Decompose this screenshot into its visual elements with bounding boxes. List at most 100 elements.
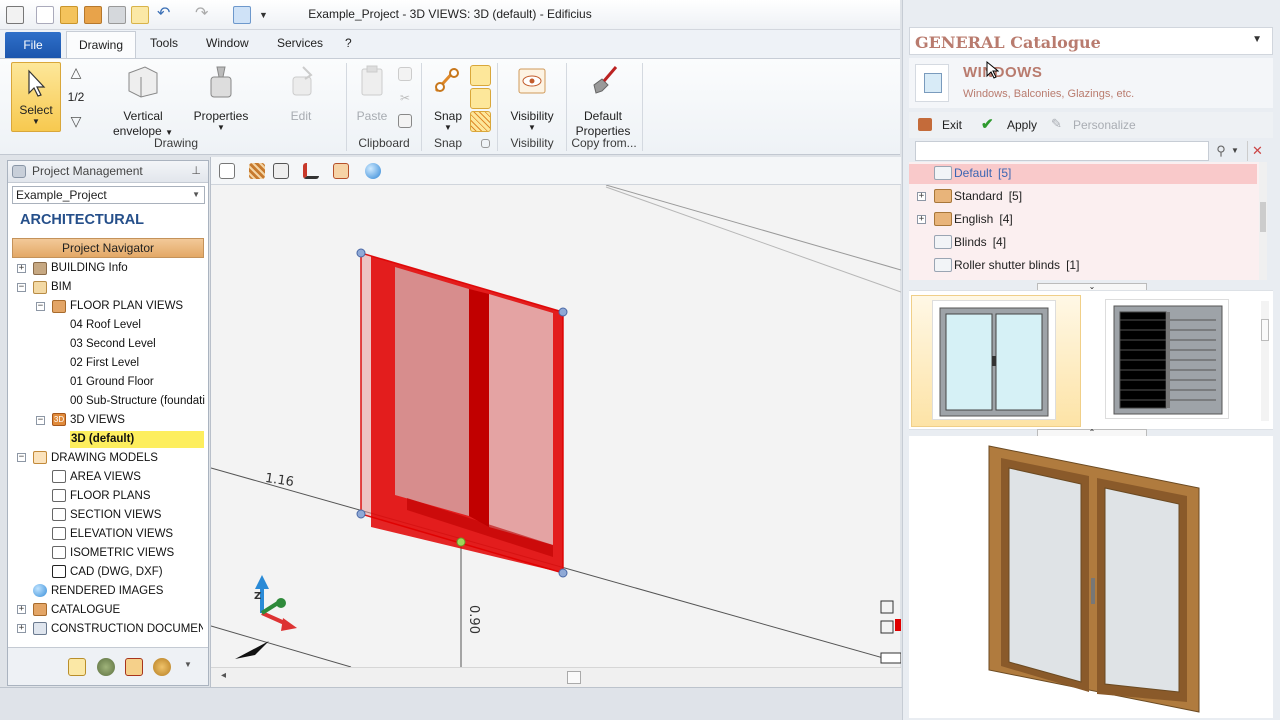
- tree-expand-icon[interactable]: +: [917, 215, 926, 224]
- render-sphere-icon[interactable]: [365, 163, 381, 179]
- tree-item-3d-default[interactable]: 3D (default): [70, 431, 204, 448]
- vertical-scrollbar[interactable]: [1259, 162, 1267, 280]
- search-icon[interactable]: ⚲: [1211, 141, 1231, 161]
- tab-window[interactable]: Window: [206, 36, 249, 50]
- chevron-down-icon[interactable]: ▼: [192, 187, 200, 203]
- tree-collapse-icon[interactable]: −: [36, 302, 45, 311]
- list-item[interactable]: English [4]: [954, 212, 1013, 226]
- snap-button[interactable]: Snap ▼: [428, 63, 468, 135]
- tree-collapse-icon[interactable]: −: [17, 283, 26, 292]
- layers-icon[interactable]: [333, 163, 349, 179]
- clear-search-icon[interactable]: ✕: [1247, 141, 1267, 161]
- settings-icon[interactable]: [153, 658, 171, 676]
- triangle-down-icon[interactable]: ▽: [68, 114, 84, 129]
- tree-item-rendered-images[interactable]: RENDERED IMAGES: [51, 583, 163, 600]
- tab-drawing[interactable]: Drawing: [66, 31, 136, 59]
- project-select[interactable]: Example_Project ▼: [12, 186, 205, 204]
- tree-item-floor-plan-views[interactable]: FLOOR PLAN VIEWS: [70, 298, 183, 315]
- eye-icon: [518, 68, 546, 94]
- paste-special-icon[interactable]: [398, 114, 412, 128]
- list-item[interactable]: Blinds [4]: [954, 235, 1006, 249]
- chevron-down-icon[interactable]: ▼: [184, 660, 192, 669]
- tree-item-bim[interactable]: BIM: [51, 279, 71, 296]
- snap-grid-icon[interactable]: [470, 111, 491, 132]
- tree-item-area-views[interactable]: AREA VIEWS: [70, 469, 141, 486]
- tab-help[interactable]: ?: [345, 36, 352, 50]
- 3d-scene[interactable]: [211, 185, 901, 667]
- tree-item-roof-level[interactable]: 04 Roof Level: [70, 317, 141, 334]
- tree-item-ground-floor[interactable]: 01 Ground Floor: [70, 374, 154, 391]
- pin-icon[interactable]: ⊥: [191, 161, 201, 182]
- default-properties-button[interactable]: Default Properties: [570, 63, 636, 138]
- tree-item-3d-views[interactable]: 3D VIEWS: [70, 412, 125, 429]
- zoom-extents-icon[interactable]: [219, 163, 235, 179]
- visibility-button[interactable]: Visibility ▼: [504, 63, 560, 135]
- tab-file[interactable]: File: [5, 32, 61, 58]
- scroll-thumb[interactable]: [1261, 319, 1269, 341]
- axis-label-z: Z: [254, 591, 262, 602]
- properties-button[interactable]: Properties ▼: [190, 63, 252, 135]
- tree-item-building-info[interactable]: BUILDING Info: [51, 260, 128, 277]
- apply-button[interactable]: ✔ Apply: [979, 115, 1039, 135]
- tree-item-second-level[interactable]: 03 Second Level: [70, 336, 156, 353]
- catalogue-search-input[interactable]: [915, 141, 1209, 161]
- viewport-toolbar: [211, 157, 901, 185]
- list-item[interactable]: Standard [5]: [954, 189, 1022, 203]
- triangle-up-icon[interactable]: △: [68, 65, 84, 80]
- scroll-thumb[interactable]: [1260, 202, 1266, 232]
- documents-icon: [33, 622, 47, 635]
- catalogue-selector[interactable]: GENERAL Catalogue ▼: [909, 27, 1273, 55]
- tree-icon[interactable]: [97, 658, 115, 676]
- 3d-viewport[interactable]: 1.16 0.90 Z ◂: [210, 157, 901, 687]
- edit-button[interactable]: Edit: [272, 63, 330, 135]
- tree-collapse-icon[interactable]: −: [36, 416, 45, 425]
- list-item[interactable]: Default [5]: [954, 166, 1011, 180]
- paste-button[interactable]: Paste: [354, 63, 390, 135]
- tab-services[interactable]: Services: [277, 36, 323, 50]
- tree-item-construction-documents[interactable]: CONSTRUCTION DOCUMENTS S: [51, 621, 203, 638]
- chevron-down-icon[interactable]: ▼: [1252, 34, 1262, 45]
- dimension-label: 0.90: [465, 605, 481, 634]
- dialog-launcher-icon[interactable]: [481, 139, 490, 148]
- scroll-thumb[interactable]: [567, 671, 581, 684]
- building-icon: [33, 262, 47, 275]
- tree-expand-icon[interactable]: +: [17, 605, 26, 614]
- thumbnail-selected[interactable]: [911, 295, 1081, 427]
- tree-item-drawing-models[interactable]: DRAWING MODELS: [51, 450, 158, 467]
- tree-expand-icon[interactable]: +: [917, 192, 926, 201]
- list-item[interactable]: Roller shutter blinds [1]: [954, 258, 1079, 272]
- tree-expand-icon[interactable]: +: [17, 264, 26, 273]
- tree-item-cad[interactable]: CAD (DWG, DXF): [70, 564, 163, 581]
- copy-icon[interactable]: [398, 67, 412, 81]
- tree-item-sub-structure[interactable]: 00 Sub-Structure (foundatic: [70, 393, 205, 410]
- project-navigator-button[interactable]: Project Navigator: [12, 238, 204, 258]
- thumbnail-shutter[interactable]: [1105, 299, 1229, 419]
- tree-item-elevation-views[interactable]: ELEVATION VIEWS: [70, 526, 173, 543]
- tree-item-isometric-views[interactable]: ISOMETRIC VIEWS: [70, 545, 174, 562]
- exit-button[interactable]: Exit: [914, 115, 970, 135]
- horizontal-scrollbar[interactable]: ◂: [211, 667, 901, 687]
- personalize-button[interactable]: ✎ Personalize: [1049, 115, 1149, 135]
- scroll-left-icon[interactable]: ◂: [221, 670, 226, 681]
- half-button[interactable]: 1/2: [64, 90, 88, 105]
- tree-item-first-level[interactable]: 02 First Level: [70, 355, 139, 372]
- window-element[interactable]: [356, 248, 568, 578]
- cut-icon[interactable]: ✂: [398, 91, 412, 105]
- select-button[interactable]: Select ▼: [11, 62, 61, 132]
- tools-icon[interactable]: [125, 658, 143, 676]
- tree-collapse-icon[interactable]: −: [17, 453, 26, 462]
- chevron-down-icon[interactable]: ▼: [1231, 141, 1245, 161]
- snap-endpoint-icon[interactable]: [470, 65, 491, 86]
- hatch-icon[interactable]: [249, 163, 265, 179]
- vertical-scrollbar[interactable]: [1261, 301, 1269, 421]
- tree-item-section-views[interactable]: SECTION VIEWS: [70, 507, 161, 524]
- tree-item-catalogue[interactable]: CATALOGUE: [51, 602, 120, 619]
- vertical-envelope-button[interactable]: Vertical envelope ▼: [110, 63, 176, 138]
- corner-icon[interactable]: [303, 163, 319, 179]
- tree-expand-icon[interactable]: +: [17, 624, 26, 633]
- edificius-icon[interactable]: [68, 658, 86, 676]
- frame-icon[interactable]: [273, 163, 289, 179]
- snap-midpoint-icon[interactable]: [470, 88, 491, 109]
- tree-item-floor-plans[interactable]: FLOOR PLANS: [70, 488, 151, 505]
- tab-tools[interactable]: Tools: [150, 36, 178, 50]
